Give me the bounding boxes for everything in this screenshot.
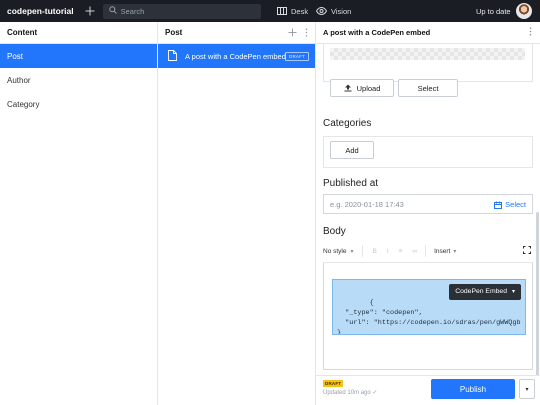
fullscreen-icon[interactable] [523, 246, 531, 256]
content-item-post[interactable]: Post [0, 44, 157, 68]
desk-label: Desk [291, 6, 309, 16]
insert-menu[interactable]: Insert ▾ [434, 248, 456, 255]
link-icon[interactable]: ∞ [412, 248, 417, 255]
post-title: A post with a CodePen embed [185, 51, 286, 61]
updated-status: Updated 10m ago ✓ [323, 390, 378, 396]
bold-icon[interactable]: B [373, 248, 377, 255]
embed-type-label: CodePen Embed [455, 288, 507, 295]
project-name[interactable]: codepen-tutorial [0, 6, 74, 16]
toolbar-divider [361, 245, 363, 257]
vision-label: Vision [331, 6, 352, 16]
avatar[interactable] [516, 3, 532, 19]
content-item-label: Post [7, 51, 24, 61]
body-editor[interactable]: { "_type": "codepen", "url": "https://co… [323, 262, 533, 370]
date-input[interactable] [330, 199, 470, 209]
select-label: Select [417, 83, 439, 93]
embed-code: { "_type": "codepen", "url": "https://co… [337, 299, 521, 335]
publish-label: Publish [459, 384, 487, 394]
chevron-down-icon: ▾ [511, 289, 515, 295]
publish-button[interactable]: Publish [431, 379, 515, 399]
document-title: A post with a CodePen embed [323, 28, 431, 37]
list-item[interactable]: A post with a CodePen embed DRAFT [158, 44, 315, 68]
chevron-down-icon: ▾ [453, 248, 457, 255]
document-pane: A post with a CodePen embed Upload Selec… [316, 22, 540, 405]
post-pane-header: Post [158, 22, 315, 44]
add-category-button[interactable]: Add [330, 141, 374, 159]
upload-label: Upload [356, 83, 381, 93]
document-header: A post with a CodePen embed [316, 22, 540, 44]
style-select-label: No style [323, 247, 347, 255]
upload-button[interactable]: Upload [330, 79, 394, 97]
toolbar-divider [425, 245, 427, 257]
style-select[interactable]: No style ▾ [323, 248, 354, 255]
content-item-category[interactable]: Category [0, 92, 157, 116]
published-at-field: Select [323, 194, 533, 214]
image-preview [330, 48, 525, 60]
date-select-button[interactable]: Select [494, 200, 526, 209]
add-label: Add [345, 145, 359, 155]
document-icon [168, 49, 177, 63]
chevron-down-icon: ▾ [350, 248, 354, 255]
post-pane-title: Post [165, 28, 183, 37]
document-menu-icon[interactable] [529, 27, 532, 39]
create-new-icon[interactable] [84, 5, 96, 17]
chevron-down-icon: ▾ [525, 386, 529, 393]
search-input[interactable] [120, 6, 251, 16]
date-select-label: Select [505, 200, 526, 209]
search-box[interactable] [102, 3, 261, 19]
content-item-label: Author [7, 75, 31, 85]
editor-toolbar: No style ▾ B I ≡ ∞ Insert ▾ [323, 242, 533, 260]
scrollbar[interactable] [536, 212, 539, 382]
content-pane-header: Content [0, 22, 157, 44]
status-badge: DRAFT [323, 380, 344, 387]
desk-tool-link[interactable]: Desk [277, 7, 308, 16]
select-image-button[interactable]: Select [398, 79, 458, 97]
insert-label: Insert [434, 247, 451, 255]
embed-type-menu[interactable]: CodePen Embed ▾ [449, 284, 521, 300]
document-form[interactable]: Upload Select Categories Add Published a… [316, 44, 540, 375]
content-item-author[interactable]: Author [0, 68, 157, 92]
calendar-icon [494, 201, 503, 209]
more-actions-button[interactable]: ▾ [519, 379, 535, 399]
status-badge: DRAFT [285, 52, 309, 61]
codepen-embed-block[interactable]: { "_type": "codepen", "url": "https://co… [332, 279, 526, 335]
upload-icon [344, 84, 352, 92]
eye-icon [316, 7, 327, 15]
body-title: Body [323, 226, 346, 237]
list-icon[interactable]: ≡ [399, 248, 403, 255]
sync-status: Up to date [476, 6, 511, 16]
italic-icon[interactable]: I [387, 248, 389, 255]
categories-title: Categories [323, 118, 372, 129]
post-list-pane: Post A post with a CodePen embed DRAFT [158, 22, 316, 405]
more-menu-icon[interactable] [305, 28, 308, 40]
desk-icon [277, 7, 287, 15]
search-icon [108, 6, 117, 16]
vision-tool-link[interactable]: Vision [316, 7, 351, 16]
content-item-label: Category [7, 99, 40, 109]
document-footer: DRAFT Updated 10m ago ✓ Publish ▾ [316, 375, 540, 405]
content-pane-title: Content [7, 28, 38, 37]
content-pane: Content Post Author Category [0, 22, 158, 405]
top-navbar: codepen-tutorial Desk Vision Up to date [0, 0, 540, 22]
published-at-title: Published at [323, 178, 379, 189]
add-document-icon[interactable] [288, 28, 297, 40]
